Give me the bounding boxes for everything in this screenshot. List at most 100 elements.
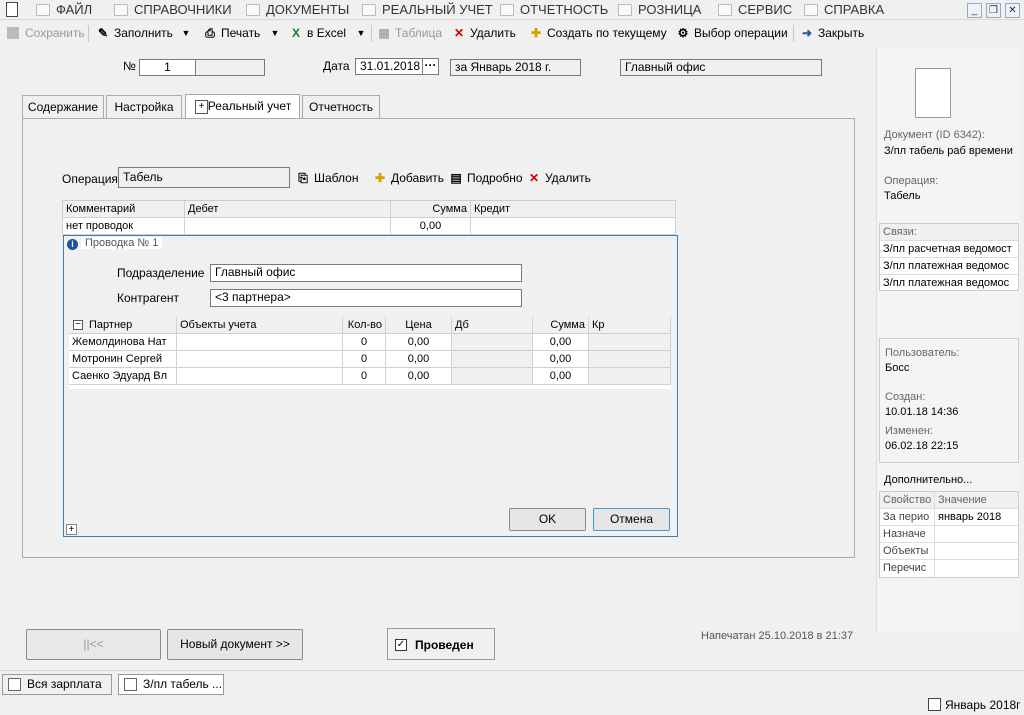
fill-button[interactable]: ✎ Заполнить — [96, 24, 173, 42]
sum-cell[interactable]: 0,00 — [533, 368, 589, 385]
ok-button[interactable]: OK — [509, 508, 586, 531]
credit-cell[interactable] — [589, 368, 671, 385]
document-icon[interactable] — [6, 2, 18, 17]
select-operation-button[interactable]: ⚙ Выбор операции — [676, 24, 788, 42]
column-header[interactable]: Кр — [589, 317, 671, 334]
delete-entry-button[interactable]: ✕ Удалить — [527, 169, 591, 187]
partner-cell[interactable]: Жемолдинова Нат — [69, 334, 177, 351]
contractor-field[interactable]: <3 партнера> — [210, 289, 522, 307]
tab-settings[interactable]: Настройка — [106, 95, 182, 118]
column-header[interactable]: Кредит — [471, 201, 676, 218]
partner-cell[interactable]: Мотронин Сергей — [69, 351, 177, 368]
department-label: Подразделение — [117, 266, 205, 280]
debit-cell[interactable] — [452, 334, 533, 351]
debit-cell[interactable] — [452, 351, 533, 368]
menu-help[interactable]: СПРАВКА — [802, 2, 884, 18]
operation-info-label: Операция: — [884, 175, 939, 187]
excel-button[interactable]: Xв Excel — [289, 24, 346, 42]
minimize-button[interactable]: _ — [967, 3, 982, 18]
credit-cell[interactable] — [589, 334, 671, 351]
period-field[interactable]: за Январь 2018 г. — [450, 59, 581, 76]
new-document-button[interactable]: Новый документ >> — [167, 629, 303, 660]
posted-toggle[interactable]: ✓ Проведен — [387, 628, 495, 660]
task-all-salary[interactable]: Вся зарплата — [2, 674, 112, 695]
property-value[interactable] — [935, 560, 1018, 577]
tab-content[interactable]: Содержание — [22, 95, 104, 118]
posted-checkbox[interactable]: ✓ — [395, 639, 407, 651]
tab-reports[interactable]: Отчетность — [302, 95, 380, 118]
menu-reports[interactable]: ОТЧЕТНОСТЬ — [498, 2, 608, 18]
link-item[interactable]: З/пл платежная ведомос — [880, 275, 1018, 292]
entries-debit-cell[interactable] — [185, 218, 391, 235]
column-header[interactable]: Дебет — [185, 201, 391, 218]
prev-document-button[interactable]: ||<< — [26, 629, 161, 660]
number-suffix-field[interactable] — [195, 59, 265, 76]
cancel-button[interactable]: Отмена — [593, 508, 670, 531]
tools-icon — [718, 4, 732, 16]
column-header[interactable]: Сумма — [533, 317, 589, 334]
objects-cell[interactable] — [177, 368, 343, 385]
expand-icon[interactable]: + — [66, 524, 77, 535]
menu-retail[interactable]: РОЗНИЦА — [616, 2, 701, 18]
entries-comment-cell[interactable]: нет проводок — [63, 218, 185, 235]
add-entry-button[interactable]: ✚ Добавить — [373, 169, 444, 187]
property-value[interactable] — [935, 543, 1018, 560]
property-value[interactable] — [935, 526, 1018, 543]
column-header[interactable]: Дб — [452, 317, 533, 334]
column-header[interactable]: Цена — [386, 317, 452, 334]
tab-real-accounting[interactable]: + Реальный учет — [185, 94, 300, 119]
close-window-button[interactable]: ✕ — [1005, 3, 1020, 18]
save-button[interactable]: Сохранить — [7, 24, 85, 42]
number-field[interactable]: 1 — [139, 59, 196, 76]
date-field[interactable]: 31.01.2018 — [355, 58, 423, 75]
department-field[interactable]: Главный офис — [210, 264, 522, 282]
menu-file[interactable]: ФАЙЛ — [34, 2, 92, 18]
price-cell[interactable]: 0,00 — [386, 351, 452, 368]
period-status[interactable]: Январь 2018г — [928, 697, 1021, 713]
date-picker-button[interactable]: ··· — [422, 58, 439, 75]
print-button[interactable]: ⎙ Печать — [203, 24, 260, 42]
column-header[interactable]: Сумма — [391, 201, 471, 218]
objects-cell[interactable] — [177, 351, 343, 368]
fill-dropdown-icon[interactable]: ▼ — [180, 24, 192, 42]
price-cell[interactable]: 0,00 — [386, 334, 452, 351]
menu-service[interactable]: СЕРВИС — [716, 2, 792, 18]
operation-field[interactable]: Табель — [118, 167, 290, 188]
office-field[interactable]: Главный офис — [620, 59, 822, 76]
template-button[interactable]: ⎘ Шаблон — [296, 169, 358, 187]
print-dropdown-icon[interactable]: ▼ — [269, 24, 281, 42]
price-cell[interactable]: 0,00 — [386, 368, 452, 385]
qty-cell[interactable]: 0 — [343, 368, 386, 385]
excel-dropdown-icon[interactable]: ▼ — [355, 24, 367, 42]
close-button[interactable]: ➜ Закрыть — [800, 24, 864, 42]
restore-button[interactable]: ❐ — [986, 3, 1001, 18]
qty-cell[interactable]: 0 — [343, 334, 386, 351]
table-button[interactable]: ▦ Таблица — [377, 24, 442, 42]
sum-cell[interactable]: 0,00 — [533, 351, 589, 368]
link-item[interactable]: З/пл расчетная ведомост — [880, 241, 1018, 258]
extra-link[interactable]: Дополнительно... — [884, 474, 972, 486]
delete-button[interactable]: ✕ Удалить — [452, 24, 516, 42]
details-button[interactable]: ▤ Подробно — [449, 169, 522, 187]
qty-cell[interactable]: 0 — [343, 351, 386, 368]
collapse-icon[interactable]: − — [73, 320, 83, 330]
column-header[interactable]: Комментарий — [63, 201, 185, 218]
column-header[interactable]: Кол-во — [343, 317, 386, 334]
menu-real-accounting[interactable]: РЕАЛЬНЫЙ УЧЕТ — [360, 2, 493, 18]
debit-cell[interactable] — [452, 368, 533, 385]
delete-icon: ✕ — [528, 171, 540, 185]
property-value[interactable]: январь 2018 — [935, 509, 1018, 526]
credit-cell[interactable] — [589, 351, 671, 368]
sum-cell[interactable]: 0,00 — [533, 334, 589, 351]
column-header-partner[interactable]: − Партнер — [69, 317, 177, 334]
task-timesheet[interactable]: З/пл табель ... — [118, 674, 224, 695]
entries-sum-cell[interactable]: 0,00 — [391, 218, 471, 235]
create-by-current-button[interactable]: ✚ Создать по текущему — [529, 24, 667, 42]
objects-cell[interactable] — [177, 334, 343, 351]
column-header[interactable]: Объекты учета — [177, 317, 343, 334]
entries-credit-cell[interactable] — [471, 218, 676, 235]
partner-cell[interactable]: Саенко Эдуард Вл — [69, 368, 177, 385]
link-item[interactable]: З/пл платежная ведомос — [880, 258, 1018, 275]
menu-documents[interactable]: ДОКУМЕНТЫ — [244, 2, 349, 18]
menu-directories[interactable]: СПРАВОЧНИКИ — [112, 2, 232, 18]
